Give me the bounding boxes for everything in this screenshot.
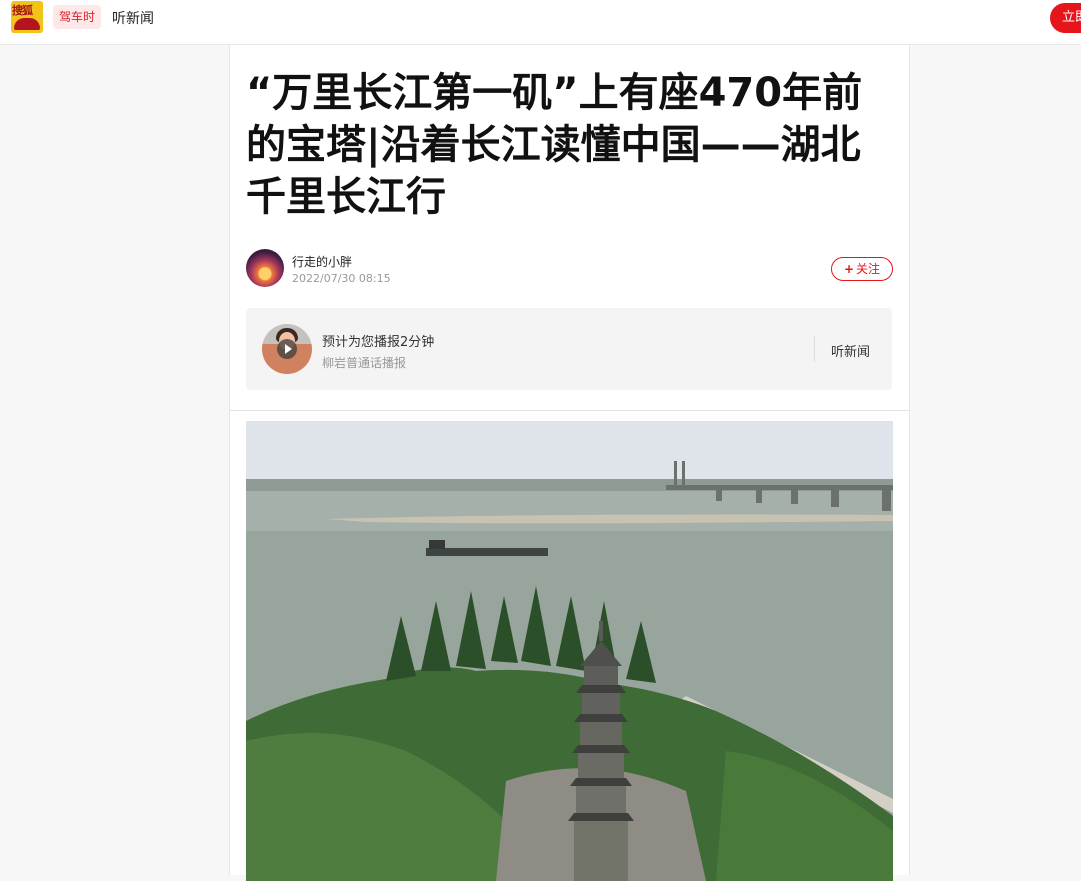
drive-mode-tag[interactable]: 驾车时 xyxy=(53,5,102,29)
divider xyxy=(814,336,815,362)
section-divider xyxy=(230,410,909,411)
plus-icon: + xyxy=(843,262,855,276)
author-avatar[interactable] xyxy=(246,249,284,287)
follow-button[interactable]: + 关注 xyxy=(831,257,893,281)
article-card: “万里长江第一矶”上有座470年前的宝塔|沿着长江读懂中国——湖北千里长江行 行… xyxy=(229,45,910,881)
login-button[interactable]: 立即 xyxy=(1050,3,1081,33)
audio-duration-text: 预计为您播报2分钟 xyxy=(322,335,435,350)
narrator-label: 柳岩普通话播报 xyxy=(322,356,407,370)
sohu-logo-icon[interactable]: 搜狐 xyxy=(11,1,43,33)
publish-time: 2022/07/30 08:15 xyxy=(292,272,391,285)
photo-illustration xyxy=(246,421,893,881)
photo-sky xyxy=(246,421,893,483)
logo-swoosh xyxy=(14,18,40,30)
play-icon[interactable] xyxy=(277,339,297,359)
play-triangle xyxy=(285,344,292,354)
article-title: “万里长江第一矶”上有座470年前的宝塔|沿着长江读懂中国——湖北千里长江行 xyxy=(246,70,863,220)
audio-player: 预计为您播报2分钟 柳岩普通话播报 听新闻 xyxy=(246,308,892,390)
listen-news-button[interactable]: 听新闻 xyxy=(831,341,870,360)
top-header: 搜狐 驾车时 听新闻 立即 xyxy=(0,0,1081,45)
logo-text: 搜狐 xyxy=(12,4,33,17)
narrator-avatar[interactable] xyxy=(262,324,312,374)
article-photo[interactable] xyxy=(246,421,893,881)
listen-news-link[interactable]: 听新闻 xyxy=(112,8,154,28)
author-name[interactable]: 行走的小胖 xyxy=(292,253,352,270)
follow-label: 关注 xyxy=(856,262,881,276)
